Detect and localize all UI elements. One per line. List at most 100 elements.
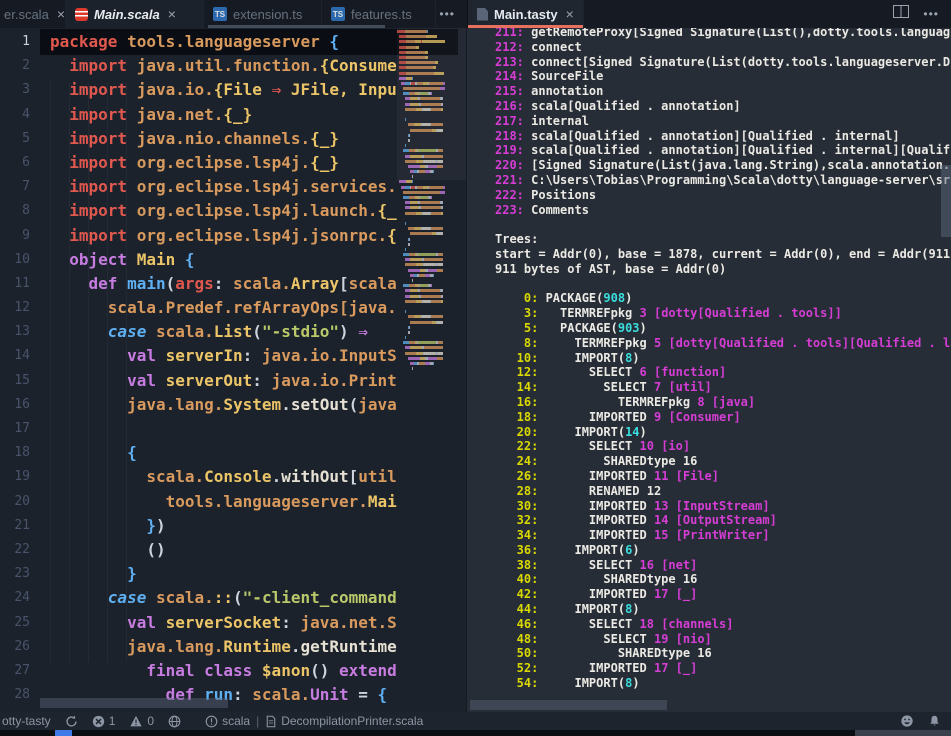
tasty-line: 32: IMPORTED 14 [OutputStream] [495,513,951,528]
code-line[interactable]: val serverSocket: java.net.ServerSoc [50,611,397,635]
editor-pane-scala[interactable]: 1234567891011121314151617181920212223242… [0,28,466,712]
line-number[interactable]: 12 [0,296,30,320]
code-line[interactable]: tools.languageserver.Main.startS [50,490,397,514]
git-branch-item[interactable]: otty-tasty [0,712,58,730]
warnings-item[interactable]: 0 [122,712,161,730]
line-number[interactable]: 22 [0,538,30,562]
vertical-scrollbar[interactable] [941,165,951,237]
tab-bar-right: Main.tasty × ••• [467,0,951,28]
line-number[interactable]: 18 [0,441,30,465]
tasty-line: 221: C:\Users\Tobias\Programming\Scala\d… [495,173,951,188]
code-line[interactable] [50,417,397,441]
minimap[interactable] [397,30,455,710]
line-number[interactable]: 27 [0,659,30,683]
feedback-button[interactable] [893,714,921,728]
line-number[interactable]: 6 [0,151,30,175]
close-icon[interactable]: × [57,7,65,21]
live-share-item[interactable] [161,712,188,730]
line-number-gutter[interactable]: 1234567891011121314151617181920212223242… [0,30,30,712]
tab-features-ts[interactable]: TS features.ts [322,0,436,28]
code-line[interactable]: object Main { [50,248,397,272]
code-line[interactable]: import org.eclipse.lsp4j.services.{_} [50,175,397,199]
line-number[interactable]: 8 [0,199,30,223]
code-line[interactable]: java.lang.Runtime.getRuntime().addSh [50,635,397,659]
minimap-line [397,367,455,370]
code-line[interactable]: { [50,441,397,465]
minimap-line [397,279,455,282]
close-icon[interactable]: × [566,7,574,21]
line-number[interactable]: 16 [0,393,30,417]
minimap-line [397,346,455,349]
more-actions-icon[interactable]: ••• [439,7,455,21]
code-line[interactable]: val serverIn: java.io.InputStream = [50,344,397,368]
sync-button[interactable] [58,712,85,730]
tasty-line: 222: Positions [495,188,951,203]
line-number[interactable]: 11 [0,272,30,296]
line-number[interactable]: 2 [0,54,30,78]
line-number[interactable]: 26 [0,635,30,659]
minimap-line [397,352,455,355]
tasty-line: 10: IMPORT(8) [495,351,951,366]
line-number[interactable]: 3 [0,78,30,102]
code-line[interactable]: val serverOut: java.io.PrintStream = [50,369,397,393]
tab-er-scala[interactable]: er.scala × [0,0,66,28]
minimap-line [397,66,455,69]
language-mode-item[interactable]: scala | DecompilationPrinter.scala [198,712,430,730]
close-icon[interactable]: × [168,7,176,21]
minimap-line [397,248,455,251]
minimap-line [397,341,455,344]
line-number[interactable]: 24 [0,586,30,610]
code-line[interactable]: import java.net.{_} [50,103,397,127]
code-line[interactable]: case scala.List("-stdio") ⇒ [50,320,397,344]
line-number[interactable]: 20 [0,490,30,514]
editor-pane-tasty[interactable]: 211: getRemoteProxy[Signed Signature(Lis… [467,28,951,712]
code-line[interactable]: import java.io.{File ⇒ JFile, InputStrea… [50,78,397,102]
notifications-button[interactable] [921,714,951,728]
line-number[interactable]: 15 [0,369,30,393]
code-line[interactable]: } [50,562,397,586]
code-line[interactable]: import java.nio.channels.{_} [50,127,397,151]
horizontal-scrollbar[interactable] [470,700,667,710]
errors-item[interactable]: 1 [85,712,123,730]
tab-main-scala[interactable]: Main.scala × [66,0,204,28]
code-line[interactable]: package tools.languageserver { [50,30,397,54]
split-editor-icon[interactable] [893,5,909,23]
line-number[interactable]: 9 [0,224,30,248]
code-line[interactable]: java.lang.System.setOut(java.lang.Sy [50,393,397,417]
warning-count: 0 [147,714,154,728]
line-number[interactable]: 14 [0,344,30,368]
line-number[interactable]: 28 [0,683,30,707]
code-line[interactable]: scala.Predef.refArrayOps[java.lang.Strin [50,296,397,320]
more-actions-icon[interactable]: ••• [923,7,939,21]
line-number[interactable]: 4 [0,103,30,127]
code-line[interactable]: import org.eclipse.lsp4j.jsonrpc.{Launch… [50,224,397,248]
line-number[interactable]: 5 [0,127,30,151]
tasty-output-area[interactable]: 211: getRemoteProxy[Signed Signature(Lis… [467,28,951,691]
tasty-line: 38: SELECT 16 [net] [495,558,951,573]
code-line[interactable]: }) [50,514,397,538]
code-line[interactable]: scala.Console.withOut[util.concurr [50,465,397,489]
horizontal-scrollbar[interactable] [40,698,228,708]
line-number[interactable]: 13 [0,320,30,344]
tasty-line: 20: IMPORT(14) [495,425,951,440]
code-line[interactable]: def main(args: scala.Array[scala.Predef.… [50,272,397,296]
tab-extension-ts[interactable]: TS extension.ts [204,0,322,28]
line-number[interactable]: 19 [0,465,30,489]
line-number[interactable]: 23 [0,562,30,586]
code-line[interactable]: import org.eclipse.lsp4j.launch.{_} [50,199,397,223]
minimap-line [397,274,455,277]
line-number[interactable]: 21 [0,514,30,538]
code-line[interactable]: () [50,538,397,562]
code-line[interactable]: import java.util.function.{Consumer} [50,54,397,78]
code-line[interactable]: case scala.::("-client_command", clien [50,586,397,610]
scala-code-area[interactable]: package tools.languageserver { import ja… [50,30,397,712]
code-line[interactable]: final class $anon() extends java.l [50,659,397,683]
tab-main-tasty[interactable]: Main.tasty × [468,0,584,28]
line-number[interactable]: 25 [0,611,30,635]
code-line[interactable]: import org.eclipse.lsp4j.{_} [50,151,397,175]
line-number[interactable]: 10 [0,248,30,272]
line-number[interactable]: 17 [0,417,30,441]
line-number[interactable]: 1 [0,30,30,54]
branch-name: otty-tasty [2,714,51,728]
line-number[interactable]: 7 [0,175,30,199]
